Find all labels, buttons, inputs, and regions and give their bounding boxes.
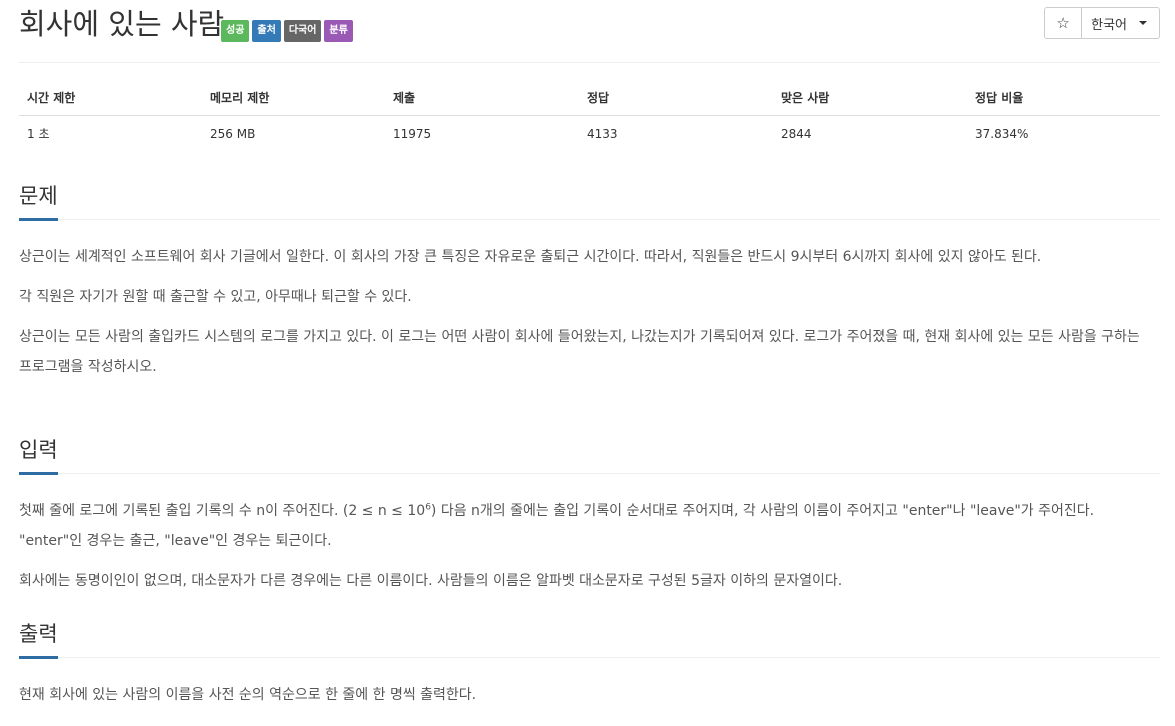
input-paragraph: 첫째 줄에 로그에 기록된 출입 기록의 수 n이 주어진다. (2 ≤ n ≤… [19, 496, 1160, 556]
stats-header-memory-limit: 메모리 제한 [202, 80, 385, 116]
label-category[interactable]: 분류 [324, 20, 353, 42]
favorite-button[interactable]: ☆ [1044, 7, 1083, 39]
output-paragraph: 현재 회사에 있는 사람의 이름을 사전 순의 역순으로 한 줄에 한 명씩 출… [19, 687, 477, 703]
stats-header-time-limit: 시간 제한 [19, 80, 202, 116]
problem-labels: 성공 출처 다국어 분류 [221, 20, 353, 42]
stats-value-row: 1 초 256 MB 11975 4133 2844 37.834% [19, 116, 1160, 152]
stats-header-accepted: 정답 [579, 80, 773, 116]
input-paragraph: 회사에는 동명이인이 없으며, 대소문자가 다른 경우에는 다른 이름이다. 사… [19, 573, 843, 589]
section-title-output: 출력 [19, 620, 58, 659]
problem-paragraph: 상근이는 세계적인 소프트웨어 회사 기글에서 일한다. 이 회사의 가장 큰 … [19, 249, 1042, 265]
problem-paragraph: 각 직원은 자기가 원할 때 출근할 수 있고, 아무때나 퇴근할 수 있다. [19, 289, 412, 305]
input-text-part: 첫째 줄에 로그에 기록된 출입 기록의 수 n이 주어진다. (2 ≤ n ≤… [19, 503, 426, 519]
stats-time-limit: 1 초 [27, 127, 50, 141]
page-title: 회사에 있는 사람 [19, 7, 225, 41]
header-actions: ☆ 한국어 [1044, 7, 1160, 39]
label-success[interactable]: 성공 [221, 20, 250, 42]
problem-header: 회사에 있는 사람 성공 출처 다국어 분류 ☆ 한국어 [19, 0, 1160, 63]
stats-memory-limit: 256 MB [210, 126, 256, 141]
section-header: 출력 [19, 620, 1160, 659]
section-header: 문제 [19, 182, 1160, 221]
problem-description-section: 문제 상근이는 세계적인 소프트웨어 회사 기글에서 일한다. 이 회사의 가장… [19, 182, 1160, 392]
output-body: 현재 회사에 있는 사람의 이름을 사전 순의 역순으로 한 줄에 한 명씩 출… [19, 658, 1160, 710]
stats-header-submissions: 제출 [385, 80, 579, 116]
problem-page: 회사에 있는 사람 성공 출처 다국어 분류 ☆ 한국어 시간 제한 메모리 제… [0, 0, 1175, 726]
section-title-input: 입력 [19, 436, 58, 475]
stats-header-row: 시간 제한 메모리 제한 제출 정답 맞은 사람 정답 비율 [19, 80, 1160, 116]
language-label: 한국어 [1091, 17, 1127, 33]
label-source[interactable]: 출처 [252, 20, 281, 42]
section-header: 입력 [19, 436, 1160, 475]
language-dropdown[interactable]: 한국어 [1082, 7, 1160, 39]
label-multilingual[interactable]: 다국어 [283, 20, 322, 42]
caret-down-icon [1139, 21, 1147, 25]
output-section: 출력 현재 회사에 있는 사람의 이름을 사전 순의 역순으로 한 줄에 한 명… [19, 620, 1160, 720]
input-body: 첫째 줄에 로그에 기록된 출입 기록의 수 n이 주어진다. (2 ≤ n ≤… [19, 474, 1160, 596]
problem-description-body: 상근이는 세계적인 소프트웨어 회사 기글에서 일한다. 이 회사의 가장 큰 … [19, 220, 1160, 382]
problem-stats-table: 시간 제한 메모리 제한 제출 정답 맞은 사람 정답 비율 1 초 256 M… [19, 80, 1160, 151]
stats-solved-users: 2844 [781, 126, 812, 141]
problem-paragraph: 상근이는 모든 사람의 출입카드 시스템의 로그를 가지고 있다. 이 로그는 … [19, 329, 1140, 375]
stats-submissions: 11975 [393, 126, 432, 141]
input-section: 입력 첫째 줄에 로그에 기록된 출입 기록의 수 n이 주어진다. (2 ≤ … [19, 436, 1160, 606]
stats-accepted: 4133 [587, 126, 618, 141]
stats-header-accept-ratio: 정답 비율 [967, 80, 1160, 116]
stats-header-solved-users: 맞은 사람 [773, 80, 967, 116]
star-outline-icon: ☆ [1056, 14, 1070, 32]
stats-accept-ratio: 37.834% [975, 126, 1029, 141]
section-title-problem: 문제 [19, 182, 58, 221]
